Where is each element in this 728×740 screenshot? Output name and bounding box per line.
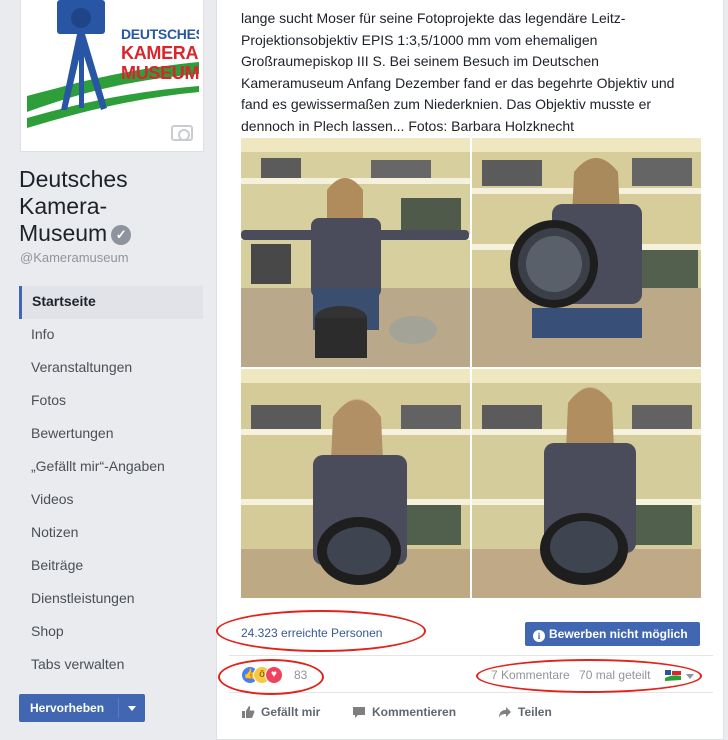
logo-text: DEUTSCHES KAMERA MUSEUM bbox=[121, 26, 199, 83]
like-button-label: Gefällt mir bbox=[261, 705, 321, 719]
comment-button-label: Kommentieren bbox=[372, 705, 457, 719]
post-photo-1[interactable] bbox=[241, 138, 470, 367]
post-photo-3[interactable] bbox=[241, 369, 470, 598]
promote-button-label: Hervorheben bbox=[30, 701, 105, 715]
camera-icon[interactable] bbox=[171, 125, 193, 141]
page-handle[interactable]: @Kameramuseum bbox=[20, 250, 129, 265]
verified-icon: ✓ bbox=[111, 225, 132, 245]
sidebar-item-veranstaltungen[interactable]: Veranstaltungen bbox=[19, 352, 203, 385]
sidebar-item-startseite[interactable]: Startseite bbox=[19, 286, 203, 319]
post-stats: 7 Kommentare 70 mal geteilt bbox=[491, 668, 650, 682]
shares-count[interactable]: 70 mal geteilt bbox=[579, 668, 650, 682]
share-button[interactable]: Teilen bbox=[498, 703, 552, 721]
logo-line-1: DEUTSCHES bbox=[121, 26, 199, 42]
boost-button[interactable]: i Bewerben nicht möglich bbox=[525, 622, 700, 646]
post-actions: Gefällt mir Kommentieren Teilen bbox=[241, 703, 701, 723]
share-button-label: Teilen bbox=[518, 705, 552, 719]
sidebar-item-shop[interactable]: Shop bbox=[19, 616, 203, 649]
divider bbox=[229, 655, 713, 656]
post-photo-4[interactable] bbox=[472, 369, 701, 598]
divider bbox=[229, 692, 713, 693]
sidebar-item-bewertungen[interactable]: Bewertungen bbox=[19, 418, 203, 451]
sidebar-item-videos[interactable]: Videos bbox=[19, 484, 203, 517]
promote-separator bbox=[118, 698, 119, 718]
page-title[interactable]: Deutsches Kamera- Museum ✓ bbox=[19, 166, 132, 247]
sidebar-item-info[interactable]: Info bbox=[19, 319, 203, 352]
photo-2-graphic bbox=[472, 138, 701, 367]
promote-button[interactable]: Hervorheben bbox=[19, 694, 145, 722]
post-text-line: Projektionsobjektiv EPIS 1:3,5/1000 mm v… bbox=[241, 31, 598, 48]
like-button[interactable]: Gefällt mir bbox=[241, 703, 320, 721]
reach-link[interactable]: 24.323 erreichte Personen bbox=[241, 626, 382, 640]
left-column: DEUTSCHES KAMERA MUSEUM Deutsches Kamera… bbox=[0, 0, 215, 740]
sidebar-item-tabs-verwalten[interactable]: Tabs verwalten bbox=[19, 649, 203, 682]
love-reaction-icon: ♥ bbox=[265, 666, 283, 684]
photo-grid bbox=[241, 138, 701, 598]
sidebar-item-gefaellt-mir[interactable]: „Gefällt mir“-Angaben bbox=[19, 451, 203, 484]
logo-line-2: KAMERA bbox=[121, 43, 199, 63]
post-text: lange sucht Moser für seine Fotoprojekte… bbox=[241, 8, 711, 137]
comments-count[interactable]: 7 Kommentare bbox=[491, 668, 570, 682]
post-text-line: dennoch in Plech lassen... Fotos: Barbar… bbox=[241, 117, 575, 134]
post-card: lange sucht Moser für seine Fotoprojekte… bbox=[216, 0, 724, 740]
share-icon bbox=[499, 707, 511, 718]
post-photo-2[interactable] bbox=[472, 138, 701, 367]
sidebar-item-dienstleistungen[interactable]: Dienstleistungen bbox=[19, 583, 203, 616]
sidebar-item-fotos[interactable]: Fotos bbox=[19, 385, 203, 418]
post-text-line: Großraumepiskop III S. Bei seinem Besuch… bbox=[241, 53, 599, 69]
post-text-line: Kameramuseum Anfang Dezember fand er das… bbox=[241, 74, 675, 91]
sidebar-nav: Startseite Info Veranstaltungen Fotos Be… bbox=[19, 286, 203, 682]
logo-line-3: MUSEUM bbox=[121, 63, 199, 83]
profile-picture[interactable]: DEUTSCHES KAMERA MUSEUM bbox=[20, 0, 204, 152]
page-title-line-2: Kamera- bbox=[19, 193, 108, 219]
caret-down-icon[interactable] bbox=[128, 706, 136, 711]
page-title-line-3-wrap: Museum ✓ bbox=[19, 220, 132, 247]
sidebar-item-beitraege[interactable]: Beiträge bbox=[19, 550, 203, 583]
caret-down-icon[interactable] bbox=[686, 674, 694, 679]
comment-icon bbox=[353, 707, 365, 718]
thumbs-up-icon bbox=[242, 706, 255, 718]
viewer-avatar-icon[interactable] bbox=[665, 668, 681, 682]
sidebar-item-notizen[interactable]: Notizen bbox=[19, 517, 203, 550]
boost-button-label: Bewerben nicht möglich bbox=[549, 627, 688, 641]
info-icon: i bbox=[533, 630, 545, 642]
photo-4-graphic bbox=[472, 369, 701, 598]
comment-button[interactable]: Kommentieren bbox=[352, 703, 456, 721]
photo-1-graphic bbox=[241, 138, 470, 367]
reaction-count[interactable]: 83 bbox=[294, 668, 307, 682]
post-text-line: lange sucht Moser für seine Fotoprojekte… bbox=[241, 10, 626, 26]
photo-3-graphic bbox=[241, 369, 470, 598]
page-title-line-3: Museum bbox=[19, 220, 108, 246]
page-title-line-1: Deutsches bbox=[19, 166, 128, 192]
post-text-line: fand es gewissermaßen zum Niederknien. D… bbox=[241, 96, 652, 112]
